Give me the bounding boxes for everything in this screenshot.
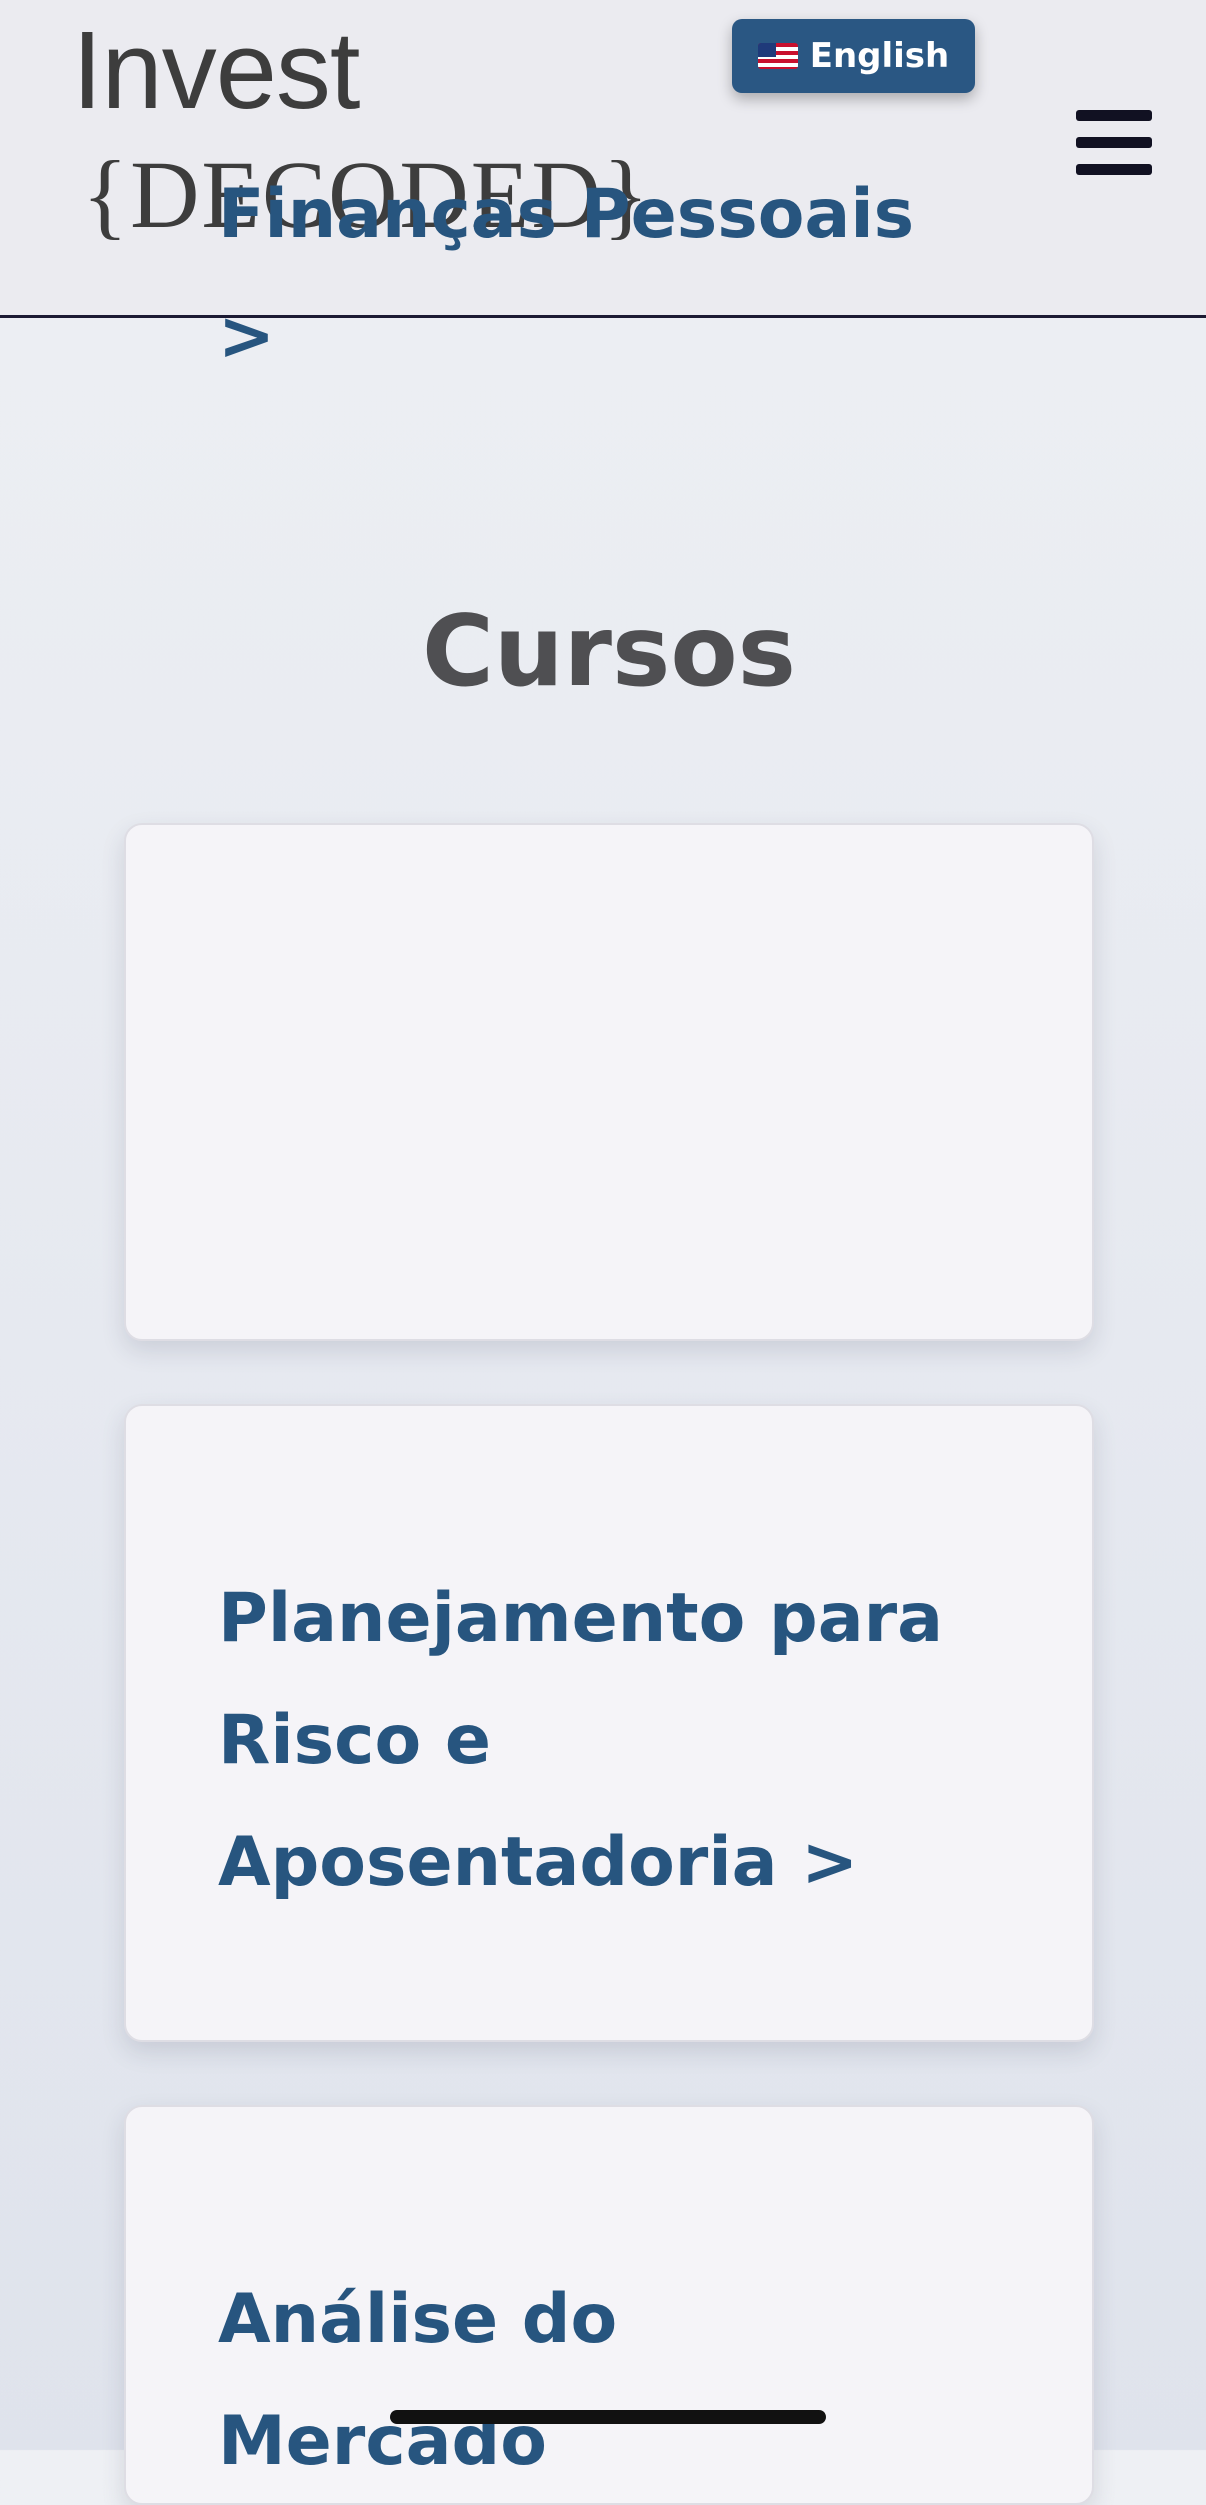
page-title: Cursos	[421, 595, 796, 709]
logo-invest[interactable]: Invest	[72, 10, 360, 131]
language-label: English	[809, 36, 950, 76]
menu-bar-bottom	[1076, 164, 1152, 175]
hamburger-menu-icon[interactable]	[1072, 104, 1152, 180]
course-title: Análise do Mercado	[218, 2280, 618, 2481]
language-button[interactable]: English	[732, 19, 975, 93]
menu-bar-top	[1076, 110, 1152, 121]
course-card-financas-pessoais[interactable]: Finanças Pessoais >	[124, 175, 1094, 1341]
course-card-analise-mercado[interactable]: Análise do Mercado	[124, 2105, 1094, 2505]
us-flag-icon	[757, 43, 798, 69]
course-card-planejamento[interactable]: Planejamento para Risco e Aposentadoria …	[124, 1404, 1094, 2042]
course-title: Finanças Pessoais >	[218, 175, 915, 376]
course-title: Planejamento para Risco e Aposentadoria …	[218, 1579, 944, 1902]
menu-bar-middle	[1076, 137, 1152, 148]
home-indicator	[390, 2410, 826, 2424]
